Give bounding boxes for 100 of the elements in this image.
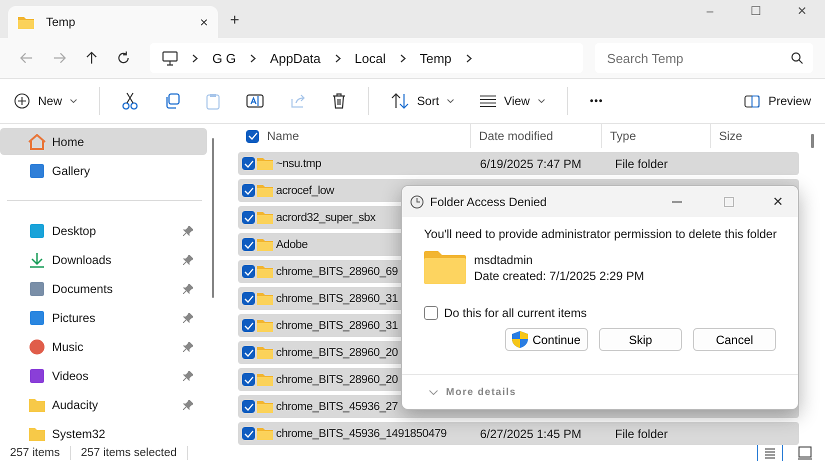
- sidebar-item[interactable]: Desktop: [0, 217, 207, 244]
- date-cell-text: 6/27/2025 1:45 PM: [479, 426, 582, 440]
- file-row[interactable]: ~nsu.tmp 6/19/2025 7:47 PM File folder: [238, 152, 799, 175]
- address-bar[interactable]: G G AppData Local Temp: [150, 43, 584, 73]
- caret-icon: [447, 99, 454, 103]
- selected-count: 257 items selected: [80, 446, 177, 458]
- type-cell-text: File folder: [614, 156, 669, 170]
- sort-icon: [391, 93, 410, 109]
- window-tab[interactable]: Temp ×: [8, 6, 218, 38]
- row-checkbox[interactable]: [242, 373, 255, 386]
- continue-button[interactable]: Continue: [505, 328, 588, 351]
- file-name: acrocef_low: [276, 184, 336, 196]
- more-details-link[interactable]: More details: [446, 386, 516, 398]
- folder-icon: [257, 157, 273, 170]
- caret-icon: [538, 99, 545, 103]
- computer-icon: [162, 50, 178, 66]
- file-name: chrome_BITS_45936_27: [276, 400, 399, 412]
- row-checkbox[interactable]: [242, 346, 255, 359]
- list-icon: [480, 95, 496, 107]
- cancel-button[interactable]: Cancel: [693, 328, 776, 351]
- maximize-button[interactable]: ☐: [733, 0, 779, 18]
- preview-button[interactable]: Preview: [740, 90, 815, 112]
- row-checkbox[interactable]: [242, 292, 255, 305]
- sidebar-item[interactable]: Downloads: [0, 246, 207, 273]
- close-tab-button[interactable]: ×: [200, 14, 208, 30]
- more-button[interactable]: •••: [586, 92, 608, 110]
- select-all-checkbox[interactable]: [246, 130, 259, 142]
- apply-all-checkbox[interactable]: Do this for all current items: [424, 306, 788, 320]
- row-checkbox[interactable]: [242, 157, 255, 170]
- rename-icon[interactable]: [246, 93, 264, 109]
- file-name: chrome_BITS_28960_69: [276, 266, 399, 278]
- sidebar-item[interactable]: Gallery: [0, 157, 207, 184]
- breadcrumb-item[interactable]: AppData: [270, 50, 321, 66]
- folder-icon: [257, 238, 273, 251]
- folder-name: msdtadmin: [474, 252, 534, 266]
- folder-icon: [257, 211, 273, 224]
- folder-icon: [28, 396, 46, 412]
- sidebar-item[interactable]: Pictures: [0, 304, 207, 331]
- download-icon: [28, 252, 46, 268]
- search-field[interactable]: Search Temp: [595, 43, 814, 73]
- file-name: chrome_BITS_28960_31: [276, 292, 399, 304]
- file-name: ~nsu.tmp: [276, 158, 322, 170]
- breadcrumb-item[interactable]: G G: [212, 50, 236, 66]
- home-icon: [28, 134, 46, 150]
- sidebar-item[interactable]: Documents: [0, 275, 207, 302]
- maximize-icon: [724, 196, 734, 206]
- breadcrumb-item[interactable]: Local: [354, 50, 386, 66]
- chevron-icon: [429, 390, 438, 394]
- date-created: Date created: 7/1/2025 2:29 PM: [474, 268, 644, 282]
- folder-icon: [257, 400, 273, 413]
- dialog-title: Folder Access Denied: [430, 194, 547, 208]
- column-header[interactable]: Name: [259, 124, 471, 148]
- row-checkbox[interactable]: [242, 319, 255, 332]
- close-button[interactable]: ✕: [779, 0, 825, 18]
- file-name: chrome_BITS_45936_1491850479: [276, 428, 448, 440]
- sidebar-item[interactable]: System32: [0, 420, 207, 447]
- sidebar-item[interactable]: Audacity: [0, 391, 207, 418]
- row-checkbox[interactable]: [242, 265, 255, 278]
- row-checkbox[interactable]: [242, 184, 255, 197]
- new-button[interactable]: New: [10, 89, 82, 113]
- minimize-icon[interactable]: [672, 200, 682, 202]
- sidebar-item[interactable]: Videos: [0, 362, 207, 389]
- skip-button[interactable]: Skip: [599, 328, 682, 351]
- shield-icon: [512, 331, 528, 348]
- row-checkbox[interactable]: [242, 211, 255, 224]
- folder-icon: [257, 427, 273, 440]
- chevron-icon: [250, 54, 256, 62]
- row-checkbox[interactable]: [242, 400, 255, 413]
- file-name: Adobe: [276, 238, 309, 250]
- folder-icon: [257, 373, 273, 386]
- view-button[interactable]: View: [476, 90, 549, 112]
- folder-icon: [18, 16, 34, 28]
- file-name: acrord32_super_sbx: [276, 212, 376, 224]
- item-count: 257 items: [10, 446, 60, 458]
- folder-icon: [257, 265, 273, 278]
- close-button[interactable]: ✕: [758, 194, 798, 209]
- sidebar-item[interactable]: Home: [0, 128, 207, 155]
- new-tab-button[interactable]: +: [218, 12, 252, 38]
- details-view-icon[interactable]: [757, 444, 783, 461]
- column-header[interactable]: Size: [711, 124, 779, 148]
- refresh-icon[interactable]: [117, 51, 130, 65]
- chevron-icon: [400, 54, 406, 62]
- breadcrumb-item[interactable]: Temp: [420, 50, 452, 66]
- row-checkbox[interactable]: [242, 427, 255, 440]
- row-checkbox[interactable]: [242, 238, 255, 251]
- file-row[interactable]: chrome_BITS_45936_1491850479 6/27/2025 1:45 PM File folder: [238, 422, 799, 445]
- column-header[interactable]: Type: [602, 124, 711, 148]
- sort-button[interactable]: Sort: [387, 89, 458, 113]
- up-icon[interactable]: [86, 51, 98, 65]
- copy-icon[interactable]: [164, 93, 180, 109]
- sidebar-item[interactable]: Music: [0, 333, 207, 360]
- folder-icon: [257, 319, 273, 332]
- clock-icon: [410, 194, 424, 208]
- chevron-icon: [334, 54, 341, 62]
- minimize-button[interactable]: –: [687, 0, 733, 18]
- cut-icon[interactable]: [122, 92, 138, 110]
- folder-icon: [28, 426, 46, 442]
- delete-icon[interactable]: [332, 93, 346, 109]
- folder-icon: [257, 346, 273, 359]
- column-header[interactable]: Date modified: [471, 124, 602, 148]
